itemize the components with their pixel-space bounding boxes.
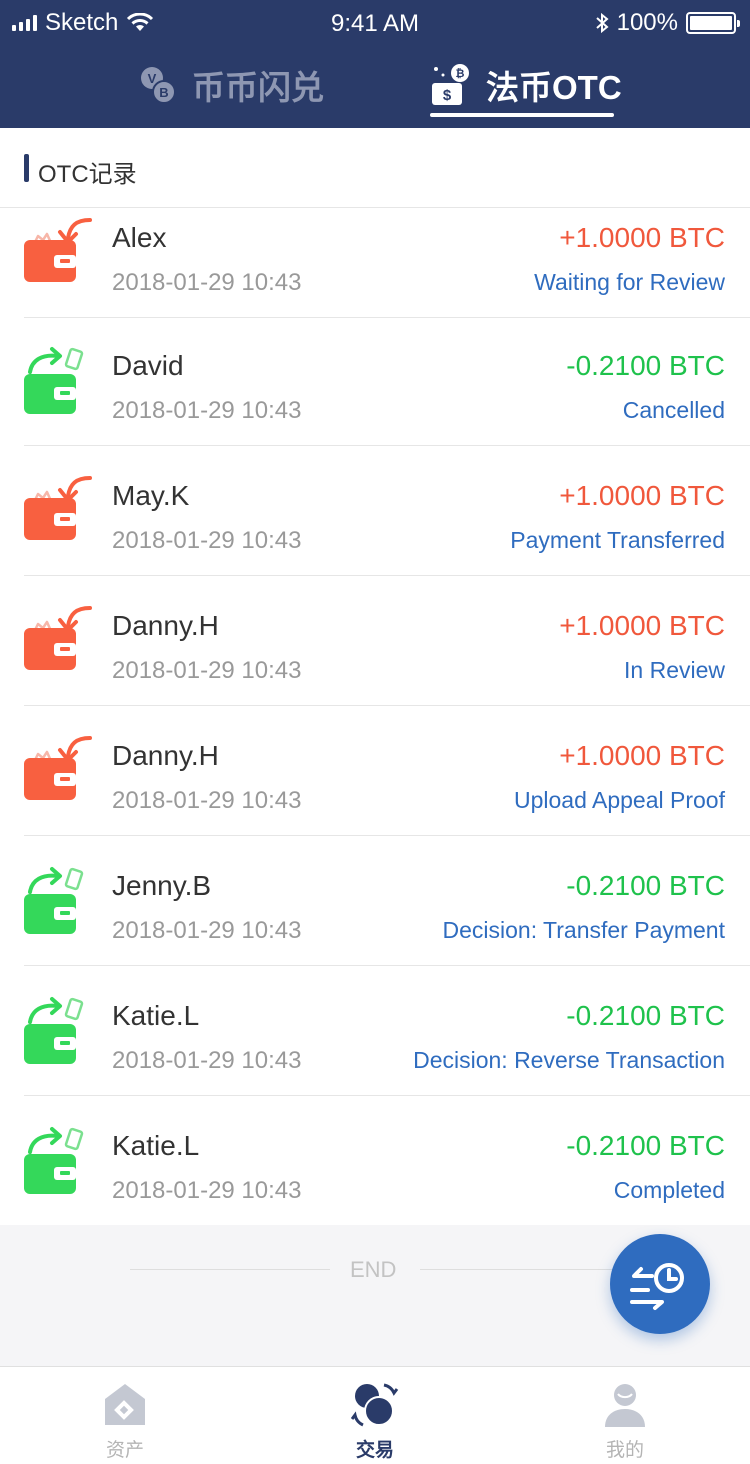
otc-record-row[interactable]: May.K 2018-01-29 10:43 +1.0000 BTC Payment … [0,446,750,576]
battery-percent: 100% [616,9,678,36]
end-divider-right [420,1269,620,1270]
record-status: Completed [613,1177,725,1203]
otc-record-row[interactable]: Katie.L 2018-01-29 10:43 -0.2100 BTC Decisi… [0,966,750,1096]
record-amount: +1.0000 BTC [559,610,725,641]
end-divider-left [130,1269,330,1270]
record-amount: -0.2100 BTC [566,350,725,381]
wallet-send-icon [22,1126,94,1198]
tab-coin-swap[interactable]: V B 币币闪兑 [136,60,324,110]
status-bar: Sketch 9:41 AM 100% [0,0,750,44]
bottom-tab-bar: 资产 交易 我的 [0,1366,750,1464]
profile-icon [605,1384,645,1427]
otc-record-row[interactable]: David 2018-01-29 10:43 -0.2100 BTC Cancelle… [0,316,750,446]
otc-record-row[interactable]: Danny.H 2018-01-29 10:43 +1.0000 BTC Upload… [0,706,750,836]
assets-icon [105,1384,145,1425]
wallet-send-icon [22,996,94,1068]
tab-fiat-otc-label: 法币OTC [486,69,622,106]
record-time: 2018-01-29 10:43 [112,397,302,424]
history-transfer-icon [630,1263,684,1310]
svg-text:$: $ [443,87,452,104]
section-header: OTC记录 [0,128,750,208]
wallet-receive-icon [22,736,94,808]
record-status: Payment Transferred [510,527,725,553]
record-amount: +1.0000 BTC [559,222,725,253]
record-time: 2018-01-29 10:43 [112,1047,302,1074]
otc-record-row[interactable]: Danny.H 2018-01-29 10:43 +1.0000 BTC In Rev… [0,576,750,706]
wallet-receive-icon [22,606,94,678]
record-time: 2018-01-29 10:43 [112,657,302,684]
record-time: 2018-01-29 10:43 [112,787,302,814]
end-label: END [350,1257,397,1282]
section-accent-bar [24,154,29,182]
cash-coin-icon: ₿ $ [432,64,469,105]
record-time: 2018-01-29 10:43 [112,917,302,944]
record-status: Cancelled [622,397,725,423]
record-amount: -0.2100 BTC [566,1130,725,1161]
svg-text:₿: ₿ [456,68,465,80]
counterparty-name: Katie.L [112,1130,200,1161]
counterparty-name: Alex [112,222,167,253]
coin-swap-icon: V B [141,67,176,104]
tab-profile[interactable]: 我的 [500,1367,750,1464]
section-title: OTC记录 [38,161,137,188]
record-status: In Review [624,657,725,683]
counterparty-name: Katie.L [112,1000,200,1031]
tab-assets-label: 资产 [105,1440,144,1461]
wallet-send-icon [22,346,94,418]
record-time: 2018-01-29 10:43 [112,269,302,296]
tab-assets[interactable]: 资产 [0,1367,250,1464]
app-header: Sketch 9:41 AM 100% V B 币币闪兑 ₿ $ 法币OTC [0,0,750,128]
counterparty-name: Danny.H [112,740,219,771]
active-tab-indicator [430,113,614,117]
record-status: Decision: Reverse Transaction [413,1047,725,1073]
counterparty-name: David [112,350,184,381]
otc-record-row[interactable]: Katie.L 2018-01-29 10:43 -0.2100 BTC Comple… [0,1096,750,1225]
battery-icon [686,12,740,34]
otc-record-row[interactable]: Alex 2018-01-29 10:43 +1.0000 BTC Waiting f… [0,208,750,318]
counterparty-name: Danny.H [112,610,219,641]
svg-text:B: B [159,85,168,100]
tab-fiat-otc[interactable]: ₿ $ 法币OTC [430,60,622,110]
counterparty-name: May.K [112,480,190,511]
record-amount: +1.0000 BTC [559,480,725,511]
trade-icon [351,1383,399,1427]
record-amount: -0.2100 BTC [566,1000,725,1031]
record-status: Upload Appeal Proof [514,787,725,813]
tab-profile-label: 我的 [605,1440,644,1461]
record-status: Decision: Transfer Payment [442,917,725,943]
record-amount: +1.0000 BTC [559,740,725,771]
svg-text:V: V [148,71,157,86]
tab-coin-swap-label: 币币闪兑 [192,69,324,106]
bluetooth-icon [595,12,609,34]
record-time: 2018-01-29 10:43 [112,1177,302,1204]
wallet-receive-icon [22,218,94,290]
tab-trade-label: 交易 [355,1440,394,1461]
otc-record-row[interactable]: Jenny.B 2018-01-29 10:43 -0.2100 BTC Decisi… [0,836,750,966]
otc-record-list[interactable]: Alex 2018-01-29 10:43 +1.0000 BTC Waiting f… [0,208,750,1225]
record-status: Waiting for Review [534,269,725,295]
history-fab-button[interactable] [610,1234,710,1334]
counterparty-name: Jenny.B [112,870,212,901]
tab-trade[interactable]: 交易 [250,1367,500,1464]
wallet-send-icon [22,866,94,938]
wallet-receive-icon [22,476,94,548]
record-time: 2018-01-29 10:43 [112,527,302,554]
record-amount: -0.2100 BTC [566,870,725,901]
